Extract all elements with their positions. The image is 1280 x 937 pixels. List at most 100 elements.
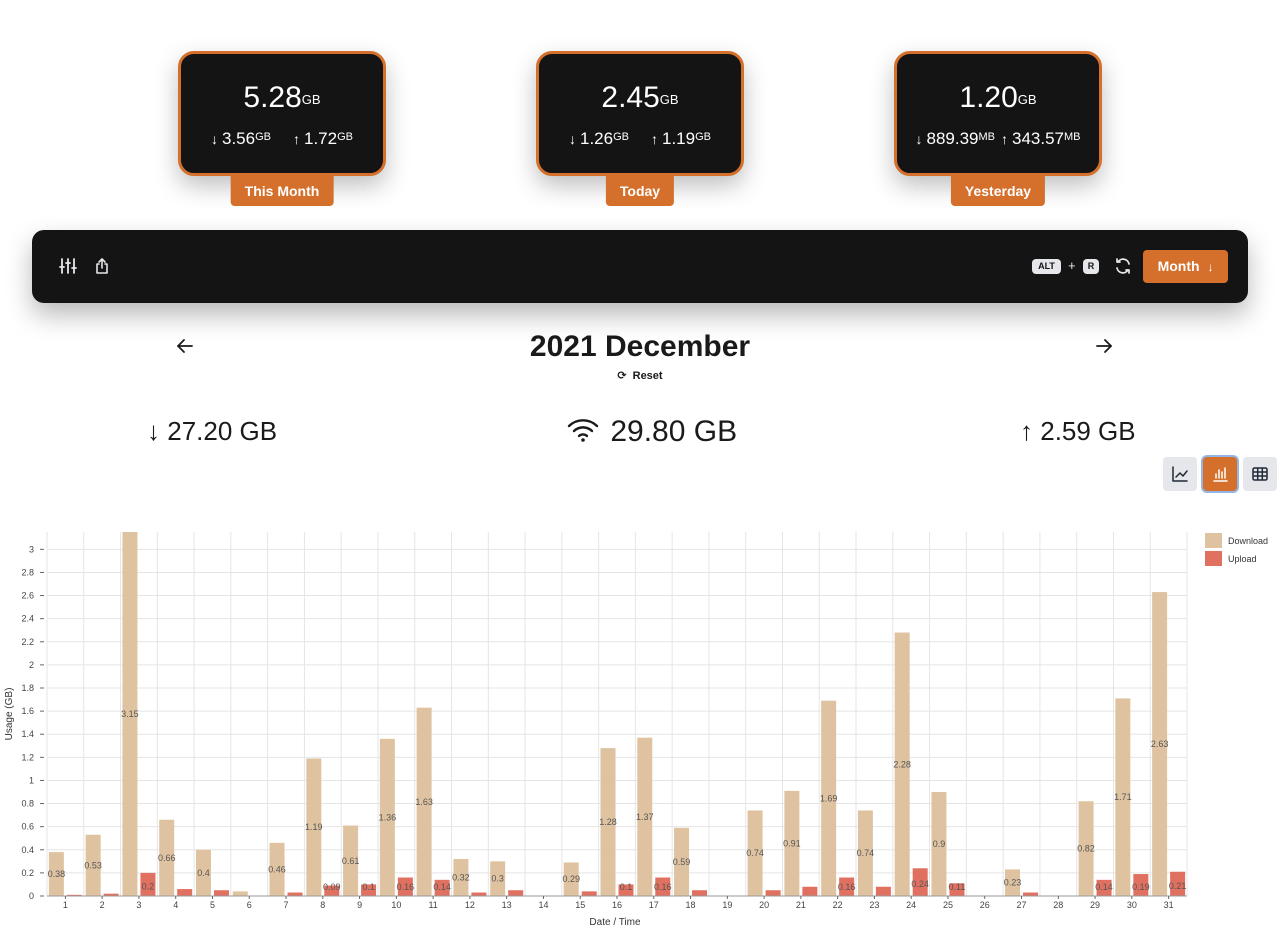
upload-bar[interactable] [213, 890, 229, 896]
period-select-button[interactable]: Month ↓ [1143, 250, 1228, 283]
upload-arrow-icon: ↑ [1020, 416, 1033, 446]
chart-legend: Download Upload [1205, 533, 1268, 566]
usage-bar-chart: 0.380.533.150.20.660.4 0.461.190.090.610.… [4, 532, 1268, 928]
upload-bar[interactable] [177, 889, 193, 896]
card-download-unit: GB [613, 131, 629, 143]
upload-bar[interactable] [765, 890, 781, 896]
card-body: 5.28GB ↓ 3.56GB ↑ 1.72GB [178, 51, 386, 176]
x-tick-label: 28 [1053, 900, 1063, 910]
bar-data-label: 0.29 [562, 874, 580, 884]
upload-bar[interactable] [581, 891, 597, 896]
table-view-button[interactable] [1243, 457, 1277, 491]
card-download-value: 889.39 [926, 129, 979, 148]
x-tick-label: 2 [100, 900, 105, 910]
line-chart-icon [1172, 466, 1188, 482]
card-label: This Month [230, 176, 334, 206]
period-title: 2021 December [529, 330, 751, 363]
x-tick-label: 14 [538, 900, 548, 910]
x-tick-label: 31 [1164, 900, 1174, 910]
bar-data-label: 0.24 [911, 879, 929, 889]
dashboard-page: 5.28GB ↓ 3.56GB ↑ 1.72GB This Month 2.45GB… [0, 0, 1280, 937]
bar-data-label: 0.66 [158, 853, 176, 863]
legend-label-upload: Upload [1228, 554, 1257, 564]
next-period-arrow-icon[interactable] [1094, 336, 1114, 356]
bar-data-label: 1.19 [305, 822, 323, 832]
legend-swatch-download[interactable] [1205, 533, 1222, 548]
bar-data-label: 1.36 [379, 812, 397, 822]
bar-data-label: 2.28 [893, 759, 911, 769]
x-axis-label: Date / Time [589, 917, 641, 928]
reset-icon: ⟳ [617, 370, 627, 382]
upload-bar[interactable] [508, 890, 524, 896]
upload-bar[interactable] [1023, 892, 1039, 896]
upload-bar[interactable] [875, 886, 891, 896]
reset-button[interactable]: ⟳ Reset [580, 369, 700, 382]
card-download-value: 1.26 [580, 129, 614, 148]
x-tick-label: 3 [136, 900, 141, 910]
x-tick-label: 8 [320, 900, 325, 910]
card-upload-value: 343.57 [1012, 129, 1064, 148]
chart-grid [46, 532, 1188, 897]
upload-bar[interactable] [802, 886, 818, 896]
bar-data-label: 0.2 [142, 881, 155, 891]
summary-card-this-month: 5.28GB ↓ 3.56GB ↑ 1.72GB This Month [178, 51, 386, 207]
refresh-icon[interactable] [1114, 257, 1132, 275]
x-tick-label: 22 [833, 900, 843, 910]
card-label: Today [605, 176, 675, 206]
bar-data-label: 0.59 [673, 857, 691, 867]
bar-data-label: 0.16 [397, 882, 415, 892]
bar-data-label: 3.15 [121, 709, 139, 719]
bar-data-label: 0.32 [452, 873, 470, 883]
y-tick-label: 2.6 [21, 591, 34, 601]
total-upload: ↑ 2.59 GB [1020, 416, 1136, 447]
bar-data-label: 0.16 [838, 882, 856, 892]
card-upload-value: 1.19 [662, 129, 696, 148]
previous-period-arrow-icon[interactable] [175, 336, 195, 356]
bar-data-label: 0.46 [268, 864, 286, 874]
x-tick-label: 11 [428, 900, 437, 910]
download-bar[interactable] [232, 891, 248, 896]
bar-data-label: 0.14 [433, 882, 451, 892]
x-tick-label: 19 [722, 900, 732, 910]
bar-data-label: 0.74 [857, 848, 875, 858]
legend-swatch-upload[interactable] [1205, 551, 1222, 566]
bar-data-label: 0.38 [48, 869, 66, 879]
upload-bar[interactable] [287, 892, 303, 896]
y-tick-label: 3 [29, 544, 34, 554]
card-upload-unit: GB [337, 131, 353, 143]
bar-data-label: 0.82 [1077, 844, 1095, 854]
y-tick-label: 0.4 [21, 845, 34, 855]
x-tick-label: 6 [247, 900, 252, 910]
card-body: 1.20GB ↓ 889.39MB ↑ 343.57MB [894, 51, 1102, 176]
bar-data-label: 1.28 [599, 817, 617, 827]
x-tick-label: 29 [1090, 900, 1100, 910]
card-upload-unit: GB [695, 131, 711, 143]
bar-data-label: 0.9 [933, 839, 946, 849]
bar-data-label: 0.11 [949, 882, 966, 892]
x-tick-label: 7 [284, 900, 289, 910]
x-tick-label: 17 [649, 900, 659, 910]
bar-chart-view-button[interactable] [1203, 457, 1237, 491]
sliders-icon[interactable] [59, 257, 77, 275]
download-arrow-icon: ↓ [147, 416, 160, 446]
total-usage: 29.80 GB [566, 415, 737, 449]
y-tick-label: 1.6 [21, 706, 34, 716]
upload-bar[interactable] [692, 890, 708, 896]
upload-arrow-icon: ↑ [1001, 131, 1008, 147]
upload-bar[interactable] [471, 892, 487, 896]
y-tick-label: 2 [29, 660, 34, 670]
y-tick-label: 2.8 [21, 567, 34, 577]
y-axis-label: Usage (GB) [4, 688, 15, 741]
line-chart-view-button[interactable] [1163, 457, 1197, 491]
card-body: 2.45GB ↓ 1.26GB ↑ 1.19GB [536, 51, 744, 176]
bar-data-label: 0.53 [84, 860, 102, 870]
card-total-value: 1.20 [959, 81, 1018, 114]
y-tick-label: 0 [29, 891, 34, 901]
card-label: Yesterday [950, 176, 1046, 206]
x-tick-label: 13 [502, 900, 512, 910]
share-icon[interactable] [93, 257, 111, 275]
download-arrow-icon: ↓ [211, 131, 218, 147]
bar-data-label: 0.14 [1095, 882, 1113, 892]
bar-data-label: 0.1 [362, 882, 375, 892]
bar-data-label: 2.63 [1151, 739, 1169, 749]
